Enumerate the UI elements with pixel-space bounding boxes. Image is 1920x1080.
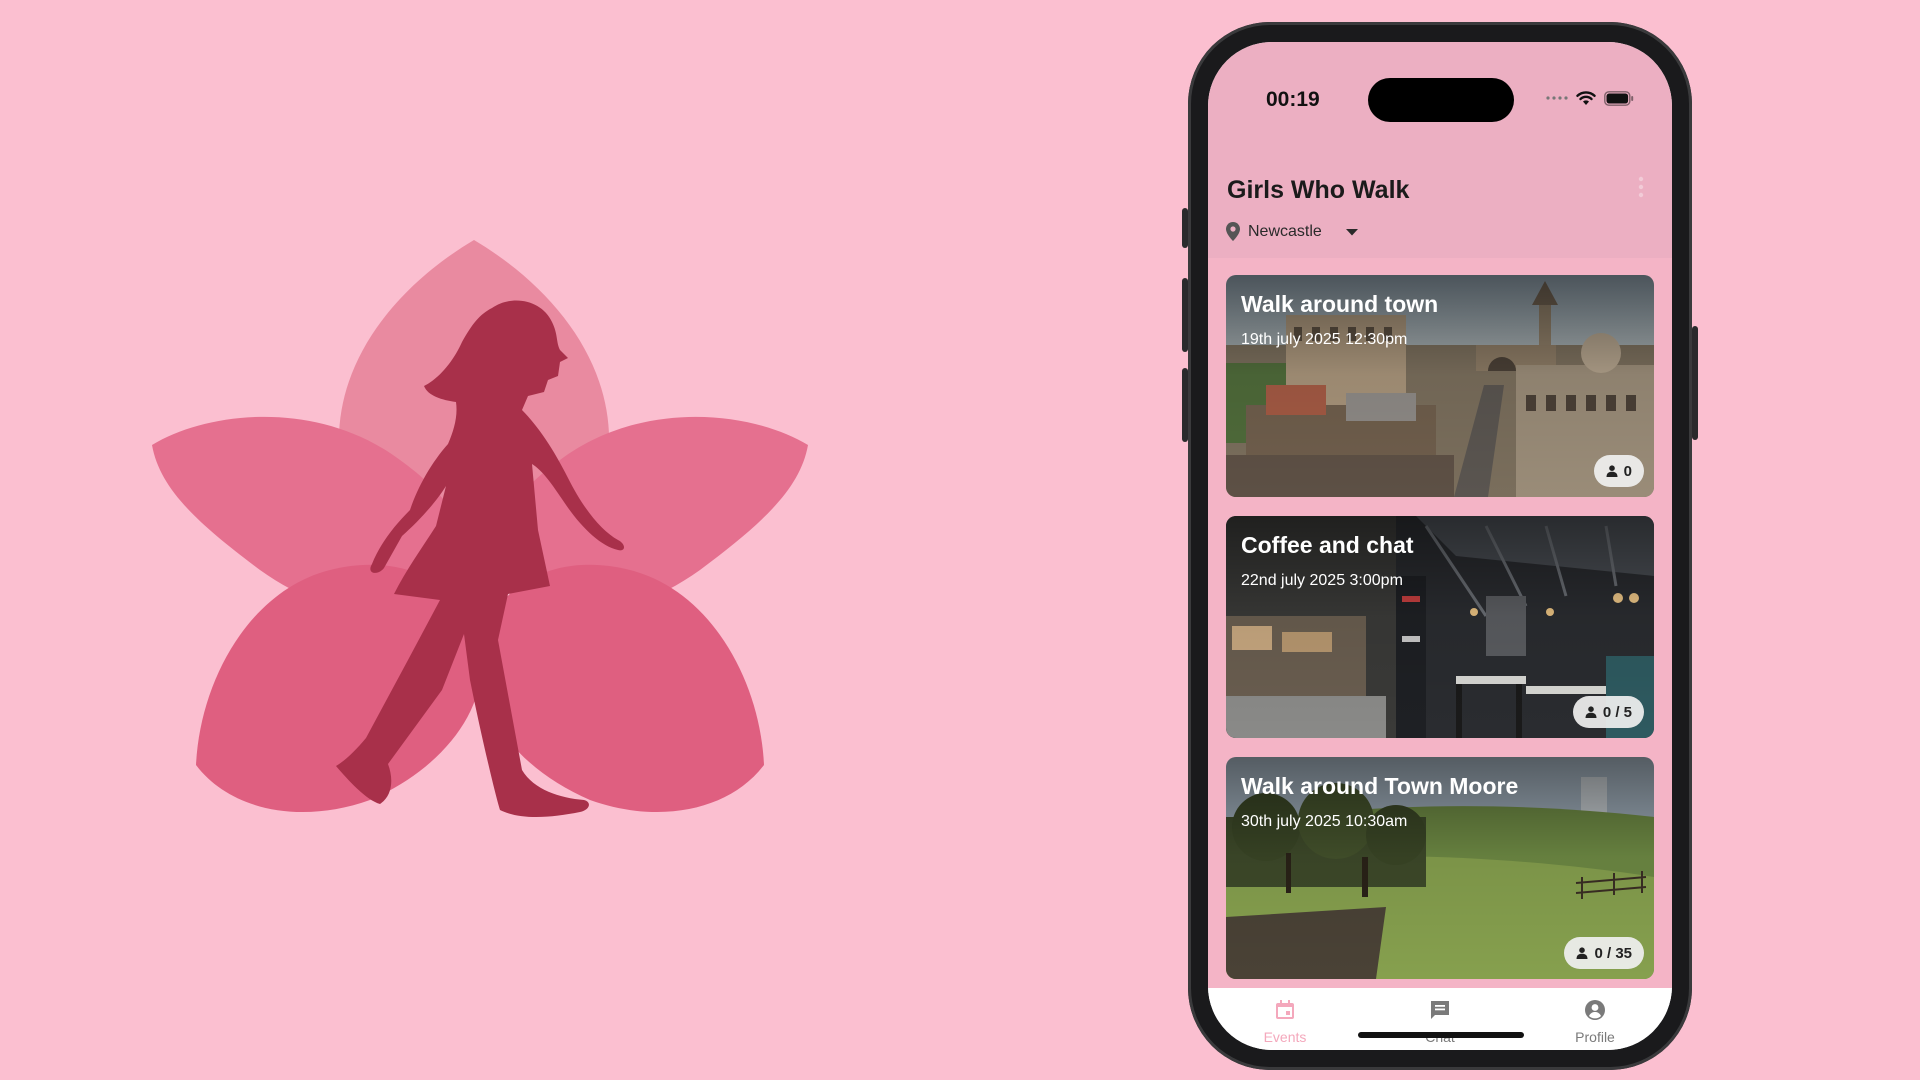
tab-profile[interactable]: Profile <box>1540 998 1650 1045</box>
more-options-icon[interactable] <box>1638 176 1644 198</box>
app-logo <box>152 240 808 817</box>
events-list: Walk around town 19th july 2025 12:30pm … <box>1208 258 1672 988</box>
attendee-badge: 0 / 35 <box>1564 937 1644 969</box>
wifi-icon <box>1576 91 1596 105</box>
phone-frame: 00:19 Girls Who Walk Newcastle Walk arou… <box>1182 22 1698 1070</box>
attendee-badge: 0 / 5 <box>1572 696 1644 728</box>
location-label: Newcastle <box>1248 222 1322 240</box>
status-icons <box>1546 90 1634 106</box>
chat-icon <box>1431 1001 1449 1019</box>
home-indicator <box>1358 1032 1524 1038</box>
event-title: Coffee and chat <box>1241 532 1414 558</box>
tab-label: Profile <box>1575 1029 1615 1045</box>
volume-up-button <box>1182 278 1188 352</box>
tab-events[interactable]: Events <box>1230 998 1340 1045</box>
signal-icon <box>1546 96 1568 100</box>
status-bar: 00:19 <box>1208 42 1672 142</box>
event-card[interactable]: Walk around Town Moore 30th july 2025 10… <box>1226 757 1654 979</box>
person-icon <box>1606 465 1618 477</box>
dynamic-island <box>1368 78 1514 122</box>
event-date: 30th july 2025 10:30am <box>1241 813 1408 830</box>
app-bar: Girls Who Walk Newcastle <box>1208 142 1672 258</box>
phone-screen: 00:19 Girls Who Walk Newcastle Walk arou… <box>1208 42 1672 1050</box>
location-pin-icon <box>1226 222 1240 241</box>
tab-label: Events <box>1263 1029 1307 1045</box>
attendee-count: 0 / 5 <box>1602 703 1632 721</box>
profile-icon <box>1585 1000 1605 1020</box>
action-button <box>1182 208 1188 248</box>
attendee-count: 0 / 35 <box>1594 944 1632 962</box>
attendee-count: 0 <box>1623 462 1632 480</box>
person-icon <box>1576 947 1588 959</box>
battery-icon <box>1604 90 1634 106</box>
attendee-badge: 0 <box>1593 455 1644 487</box>
volume-down-button <box>1182 368 1188 442</box>
event-card[interactable]: Walk around town 19th july 2025 12:30pm … <box>1226 275 1654 497</box>
calendar-icon <box>1276 1000 1294 1019</box>
location-selector[interactable]: Newcastle <box>1226 222 1358 241</box>
event-title: Walk around town <box>1241 291 1439 317</box>
event-date: 22nd july 2025 3:00pm <box>1241 572 1403 589</box>
person-icon <box>1585 706 1597 718</box>
power-button <box>1692 326 1698 440</box>
app-title: Girls Who Walk <box>1227 176 1410 204</box>
bottom-tab-bar: Events Chat Profile <box>1208 988 1672 1050</box>
event-card[interactable]: Coffee and chat 22nd july 2025 3:00pm 0 … <box>1226 516 1654 738</box>
event-date: 19th july 2025 12:30pm <box>1241 331 1408 348</box>
status-time: 00:19 <box>1266 88 1320 111</box>
event-title: Walk around Town Moore <box>1241 773 1519 799</box>
chevron-down-icon <box>1345 228 1358 235</box>
